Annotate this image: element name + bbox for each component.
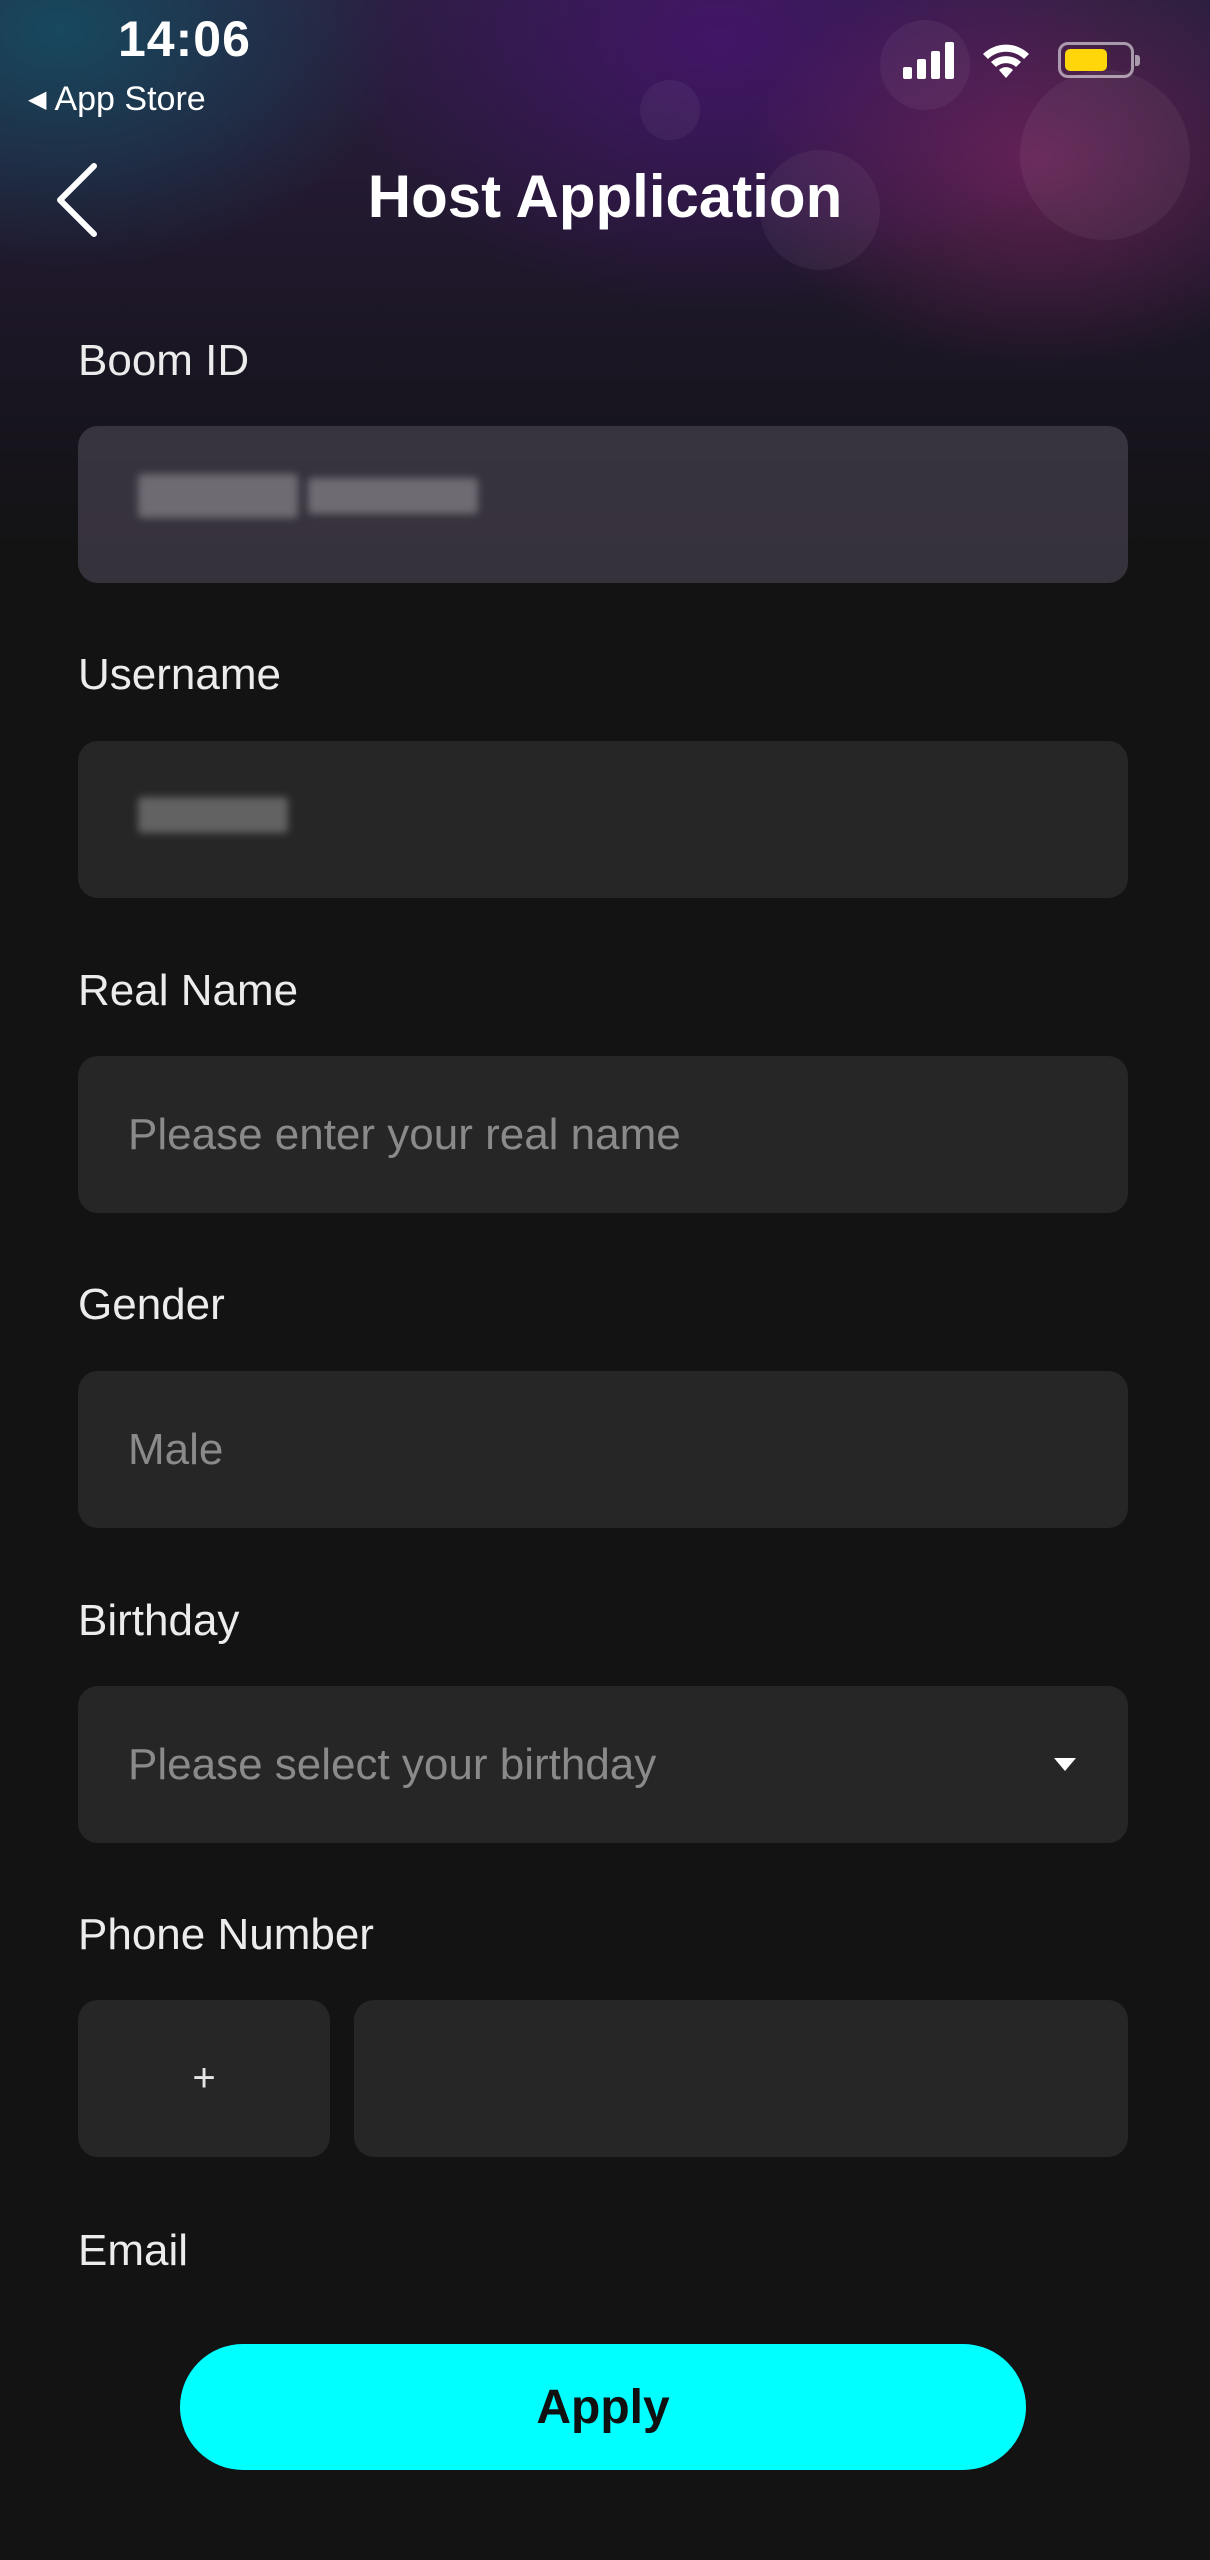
battery-icon xyxy=(1058,42,1140,78)
back-triangle-icon: ◀ xyxy=(28,86,47,113)
country-code-value: + xyxy=(192,2056,216,2100)
cellular-signal-icon xyxy=(903,41,954,79)
username-field xyxy=(78,741,1128,898)
birthday-selector[interactable]: Please select your birthday xyxy=(78,1686,1128,1843)
back-app-label: App Store xyxy=(54,80,206,118)
apply-button[interactable]: Apply xyxy=(180,2344,1026,2470)
caret-down-icon xyxy=(1054,1758,1076,1771)
phone-number-label: Phone Number xyxy=(78,1910,374,1959)
phone-number-input[interactable] xyxy=(354,2000,1128,2157)
email-label: Email xyxy=(78,2226,189,2275)
page-title: Host Application xyxy=(367,163,843,230)
wifi-icon xyxy=(983,44,1029,78)
real-name-input[interactable]: Please enter your real name xyxy=(78,1056,1128,1213)
gender-value: Male xyxy=(128,1424,224,1474)
birthday-label: Birthday xyxy=(78,1596,240,1645)
gender-selector[interactable]: Male xyxy=(78,1371,1128,1528)
status-time: 14:06 xyxy=(118,11,251,67)
gender-label: Gender xyxy=(78,1280,225,1329)
apply-button-label: Apply xyxy=(536,2380,670,2434)
boom-id-label: Boom ID xyxy=(78,336,250,385)
back-to-app-store[interactable]: ◀ App Store xyxy=(28,80,206,119)
country-code-selector[interactable]: + xyxy=(78,2000,330,2157)
real-name-placeholder: Please enter your real name xyxy=(128,1109,681,1159)
status-icons xyxy=(903,40,1140,80)
username-label: Username xyxy=(78,650,281,699)
boom-id-field xyxy=(78,426,1128,583)
real-name-label: Real Name xyxy=(78,966,299,1015)
birthday-placeholder: Please select your birthday xyxy=(128,1739,657,1789)
